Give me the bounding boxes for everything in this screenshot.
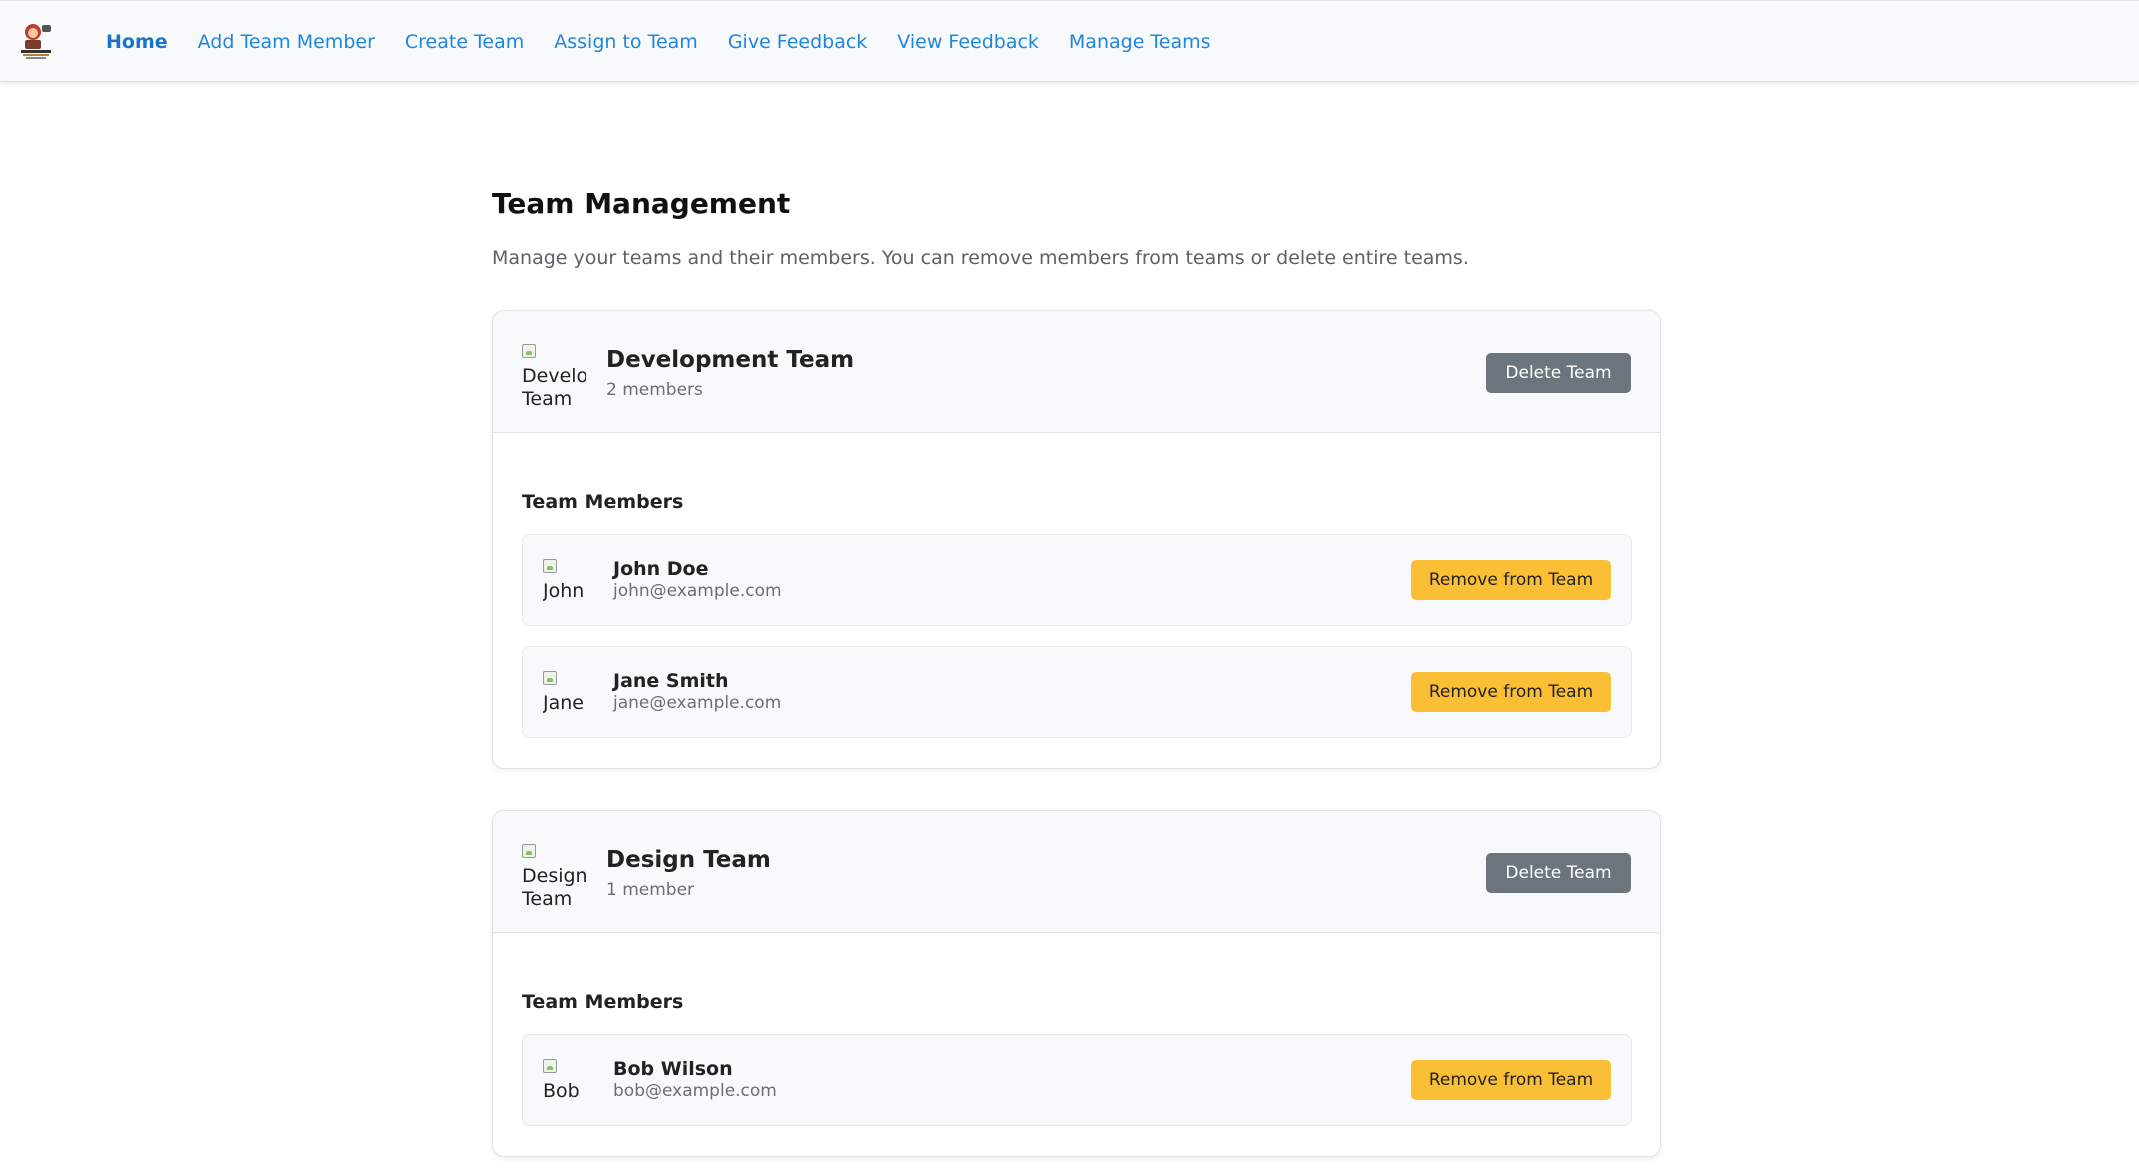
- member-row-jane: Jane Jane Smith jane@example.com Remove …: [522, 646, 1632, 738]
- member-name: John Doe: [613, 558, 709, 580]
- team-header: Design Team Design Team 1 member Delete …: [493, 811, 1660, 933]
- team-name: Development Team: [606, 347, 855, 373]
- team-image-alt: Develo Team: [522, 365, 586, 406]
- member-avatar-alt: Jane: [543, 692, 584, 714]
- remove-from-team-button[interactable]: Remove from Team: [1411, 560, 1611, 600]
- delete-team-button[interactable]: Delete Team: [1486, 853, 1631, 893]
- team-image-broken: Design Team: [522, 842, 586, 906]
- member-avatar-broken: Jane: [543, 669, 589, 715]
- broken-image-icon: [543, 559, 557, 573]
- member-email: jane@example.com: [613, 693, 782, 713]
- nav-link-give-feedback[interactable]: Give Feedback: [728, 31, 867, 53]
- team-card-design: Design Team Design Team 1 member Delete …: [492, 810, 1661, 1157]
- member-email: bob@example.com: [613, 1081, 777, 1101]
- member-name: Jane Smith: [613, 670, 729, 692]
- team-member-count: 1 member: [606, 880, 695, 900]
- nav-links: Home Add Team Member Create Team Assign …: [106, 1, 1241, 83]
- broken-image-icon: [522, 844, 536, 858]
- member-avatar-broken: Bob: [543, 1057, 589, 1103]
- broken-image-icon: [543, 671, 557, 685]
- team-card-development: Develo Team Development Team 2 members D…: [492, 310, 1661, 769]
- robot-mascot-logo-icon[interactable]: [18, 21, 54, 61]
- broken-image-icon: [522, 344, 536, 358]
- remove-from-team-button[interactable]: Remove from Team: [1411, 1060, 1611, 1100]
- member-avatar-broken: John: [543, 557, 589, 603]
- team-image-broken: Develo Team: [522, 342, 586, 406]
- remove-from-team-button[interactable]: Remove from Team: [1411, 672, 1611, 712]
- broken-image-icon: [543, 1059, 557, 1073]
- team-image-alt: Design Team: [522, 865, 586, 906]
- team-header: Develo Team Development Team 2 members D…: [493, 311, 1660, 433]
- page-title: Team Management: [492, 187, 791, 220]
- nav-link-assign-to-team[interactable]: Assign to Team: [554, 31, 698, 53]
- nav-link-home[interactable]: Home: [106, 31, 168, 53]
- page-description: Manage your teams and their members. You…: [492, 247, 1469, 269]
- nav-link-add-team-member[interactable]: Add Team Member: [198, 31, 375, 53]
- nav-link-view-feedback[interactable]: View Feedback: [897, 31, 1039, 53]
- member-email: john@example.com: [613, 581, 782, 601]
- team-member-count: 2 members: [606, 380, 703, 400]
- nav-link-manage-teams[interactable]: Manage Teams: [1069, 31, 1211, 53]
- delete-team-button[interactable]: Delete Team: [1486, 353, 1631, 393]
- member-avatar-alt: Bob: [543, 1080, 580, 1102]
- team-name: Design Team: [606, 847, 771, 873]
- team-members-heading: Team Members: [522, 491, 684, 513]
- member-row-bob: Bob Bob Wilson bob@example.com Remove fr…: [522, 1034, 1632, 1126]
- member-name: Bob Wilson: [613, 1058, 733, 1080]
- team-members-heading: Team Members: [522, 991, 684, 1013]
- nav-link-create-team[interactable]: Create Team: [405, 31, 524, 53]
- member-avatar-alt: John: [543, 580, 585, 602]
- top-navbar: Home Add Team Member Create Team Assign …: [0, 0, 2139, 82]
- member-row-john: John John Doe john@example.com Remove fr…: [522, 534, 1632, 626]
